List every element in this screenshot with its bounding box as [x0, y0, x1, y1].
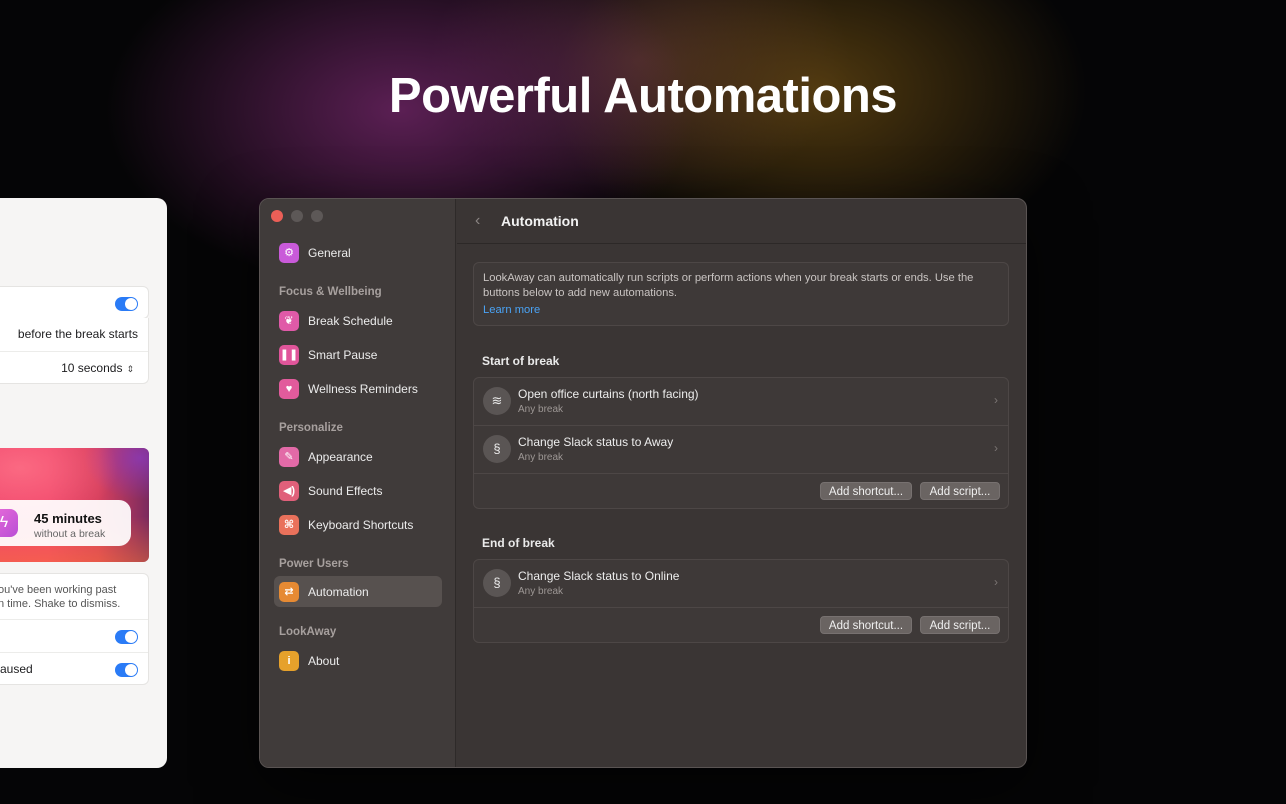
sidebar-item-label: Keyboard Shortcuts — [308, 517, 414, 532]
sidebar: ⚙ General Focus & Wellbeing ❦ Break Sche… — [260, 199, 456, 767]
chevron-left-icon[interactable]: ‹ — [475, 211, 489, 231]
sidebar-item-break-schedule[interactable]: ❦ Break Schedule — [274, 305, 442, 336]
minimize-button[interactable] — [291, 210, 303, 222]
chevron-right-icon: › — [994, 575, 998, 589]
sidebar-item-label: Wellness Reminders — [308, 381, 418, 396]
section-personalize: Personalize — [279, 422, 343, 434]
main-content: ‹ Automation LookAway can automatically … — [457, 199, 1026, 767]
start-of-break-card: ≋ Open office curtains (north facing) An… — [473, 377, 1009, 509]
page-title: Automation — [501, 213, 579, 229]
close-button[interactable] — [271, 210, 283, 222]
before-break-label: before the break starts — [17, 327, 138, 341]
paused-label: aused — [0, 662, 33, 676]
sidebar-item-automation[interactable]: ⇄ Automation — [274, 576, 442, 607]
sidebar-item-label: Break Schedule — [308, 313, 393, 328]
sidebar-item-label: General — [308, 245, 351, 260]
automation-title: Change Slack status to Online — [518, 569, 680, 583]
section-lookaway: LookAway — [279, 626, 337, 638]
description-line-1: ou've been working past — [0, 584, 117, 596]
add-shortcut-button[interactable]: Add shortcut... — [820, 482, 912, 500]
seconds-value: 10 seconds — [61, 361, 123, 375]
toggle-switch[interactable] — [115, 630, 138, 644]
heart-icon: ♥ — [279, 378, 299, 399]
window-controls — [271, 210, 323, 222]
chevron-right-icon: › — [994, 393, 998, 407]
sidebar-item-label: Automation — [308, 584, 369, 599]
settings-card-options: ◇ before the break starts 10 seconds⇕ — [0, 318, 149, 384]
add-shortcut-button[interactable]: Add shortcut... — [820, 616, 912, 634]
sidebar-item-wellness-reminders[interactable]: ♥ Wellness Reminders — [274, 373, 442, 404]
automation-title: Open office curtains (north facing) — [518, 387, 699, 401]
speaker-icon: ◀) — [279, 480, 299, 501]
add-script-button[interactable]: Add script... — [920, 482, 1000, 500]
lightning-icon: ϟ — [0, 509, 18, 537]
updown-icon: ⇕ — [126, 364, 134, 374]
chevron-right-icon: › — [994, 441, 998, 455]
automation-subtitle: Any break — [518, 452, 564, 463]
start-of-break-heading: Start of break — [482, 354, 560, 368]
automation-row[interactable]: § Change Slack status to Online Any brea… — [474, 560, 1008, 608]
sidebar-item-keyboard-shortcuts[interactable]: ⌘ Keyboard Shortcuts — [274, 509, 442, 540]
background-settings-window: ◇ before the break starts 10 seconds⇕ ϟ … — [0, 198, 167, 768]
settings-card-top — [0, 286, 149, 319]
layers-icon: ≋ — [483, 387, 511, 415]
toggle-switch[interactable] — [115, 663, 138, 677]
toggle-row-2 — [0, 619, 148, 652]
pause-icon: ❚❚ — [279, 344, 299, 365]
preview-card: ϟ 45 minutes without a break — [0, 448, 149, 562]
headline: Powerful Automations — [388, 69, 898, 123]
automation-settings-window: ⚙ General Focus & Wellbeing ❦ Break Sche… — [259, 198, 1027, 768]
end-of-break-heading: End of break — [482, 536, 555, 550]
sidebar-item-general[interactable]: ⚙ General — [274, 237, 442, 268]
seconds-select[interactable]: 10 seconds ⇕ — [61, 361, 134, 375]
sidebar-item-label: Smart Pause — [308, 347, 378, 362]
automation-row[interactable]: § Change Slack status to Away Any break … — [474, 426, 1008, 474]
automation-row[interactable]: ≋ Open office curtains (north facing) An… — [474, 378, 1008, 426]
repeat-icon: ⇄ — [279, 581, 299, 602]
section-power-users: Power Users — [279, 558, 349, 570]
toolbar: ‹ Automation — [457, 199, 1026, 244]
leaf-icon: ❦ — [279, 310, 299, 331]
toggle-switch[interactable] — [115, 297, 138, 311]
info-text: LookAway can automatically run scripts o… — [483, 272, 974, 299]
automation-subtitle: Any break — [518, 586, 564, 597]
info-box: LookAway can automatically run scripts o… — [473, 262, 1009, 326]
end-of-break-card: § Change Slack status to Online Any brea… — [473, 559, 1009, 643]
toggle-row — [0, 287, 148, 320]
automation-subtitle: Any break — [518, 404, 564, 415]
paintbrush-icon: ✎ — [279, 446, 299, 467]
gear-icon: ⚙ — [279, 242, 299, 263]
info-icon: i — [279, 650, 299, 671]
sidebar-item-sound-effects[interactable]: ◀) Sound Effects — [274, 475, 442, 506]
add-script-button[interactable]: Add script... — [920, 616, 1000, 634]
paused-row: aused — [0, 652, 148, 685]
shortcut-icon: § — [483, 435, 511, 463]
before-break-row: ◇ before the break starts — [0, 318, 148, 351]
sidebar-item-smart-pause[interactable]: ❚❚ Smart Pause — [274, 339, 442, 370]
sidebar-item-label: Appearance — [308, 449, 373, 464]
sidebar-item-about[interactable]: i About — [274, 645, 442, 676]
description-line-2: n time. Shake to dismiss. — [0, 598, 121, 610]
sidebar-item-label: About — [308, 653, 340, 668]
pill-subtitle: without a break — [34, 528, 106, 540]
shortcut-icon: § — [483, 569, 511, 597]
automation-title: Change Slack status to Away — [518, 435, 674, 449]
command-icon: ⌘ — [279, 514, 299, 535]
sidebar-item-label: Sound Effects — [308, 483, 383, 498]
zoom-button[interactable] — [311, 210, 323, 222]
settings-card-bottom: ou've been working past n time. Shake to… — [0, 573, 149, 685]
sidebar-item-appearance[interactable]: ✎ Appearance — [274, 441, 442, 472]
section-focus: Focus & Wellbeing — [279, 286, 382, 298]
learn-more-link[interactable]: Learn more — [483, 303, 999, 318]
pill-title: 45 minutes — [34, 511, 102, 526]
seconds-row: 10 seconds ⇕ — [0, 351, 148, 384]
break-pill: ϟ 45 minutes without a break — [0, 500, 131, 546]
